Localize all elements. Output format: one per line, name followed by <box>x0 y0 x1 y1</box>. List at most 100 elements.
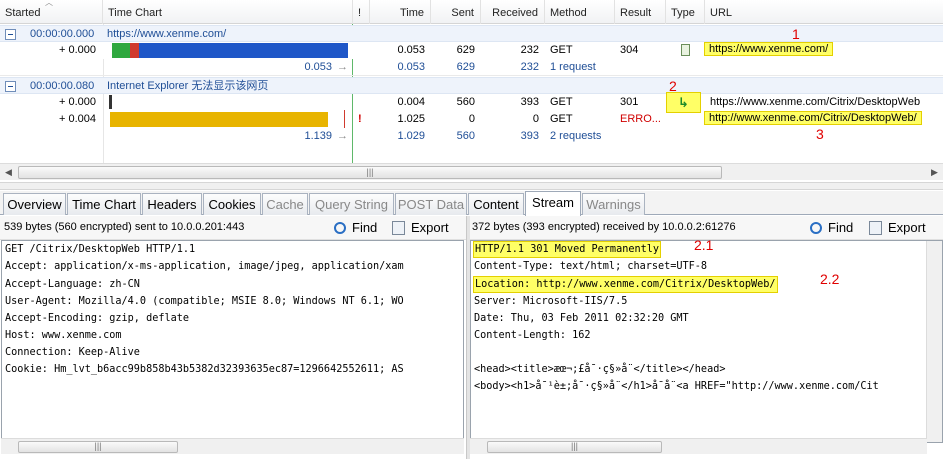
status-line-highlight: HTTP/1.1 301 Moved Permanently <box>472 241 662 258</box>
export-button[interactable]: Export <box>392 219 449 237</box>
timing-bar <box>110 112 328 127</box>
collapse-icon[interactable] <box>5 81 16 92</box>
magnifier-icon <box>334 222 346 234</box>
col-sent[interactable]: Sent <box>431 0 481 24</box>
redirect-icon: ↳ <box>666 92 701 113</box>
row-method: GET <box>550 113 573 125</box>
arrow-right-icon: → <box>337 61 348 73</box>
col-time[interactable]: Time <box>370 0 431 24</box>
group-summary: 1.139 → 1.029 560 393 2 requests <box>0 128 943 145</box>
summary-sent: 560 <box>456 130 475 142</box>
col-time-chart[interactable]: Time Chart <box>103 0 353 24</box>
stream-line: Host: www.xenme.com <box>5 330 122 341</box>
stream-line: User-Agent: Mozilla/4.0 (compatible; MSI… <box>5 296 404 307</box>
row-sent: 0 <box>468 113 475 125</box>
tab-time-chart[interactable]: Time Chart <box>67 193 141 215</box>
scroll-left-icon[interactable]: ◀ <box>0 164 17 181</box>
group-title: https://www.xenme.com/ <box>107 28 227 40</box>
col-type[interactable]: Type <box>666 0 705 24</box>
row-url: https://www.xenme.com/ <box>704 41 834 60</box>
table-row[interactable]: + 0.000 0.053 629 232 GET 304 https://ww… <box>0 42 943 59</box>
stream-line: <body><h1>å¯¹è±;å¯·ç§»å¨</h1>å¯å¨<a HREF… <box>474 381 879 392</box>
group-header[interactable]: 00:00:00.080 Internet Explorer 无法显示该网页 <box>0 77 943 94</box>
annotation-2: 2 <box>669 78 677 94</box>
stream-line: Date: Thu, 03 Feb 2011 02:32:20 GMT <box>474 313 689 324</box>
request-hscrollbar[interactable]: ||| <box>1 438 464 454</box>
response-text-area[interactable]: HTTP/1.1 301 Moved Permanently Content-T… <box>470 240 943 443</box>
row-result: 304 <box>620 44 639 56</box>
row-method: GET <box>550 96 573 108</box>
tab-query-string[interactable]: Query String <box>309 193 394 215</box>
summary-received: 393 <box>520 130 539 142</box>
col-result[interactable]: Result <box>615 0 666 24</box>
response-stream-pane: 372 bytes (393 encrypted) received by 10… <box>470 216 943 459</box>
timing-bar <box>109 95 112 109</box>
sort-up-icon: ︿ <box>45 0 53 7</box>
summary-duration: 0.053 <box>304 61 332 73</box>
tab-stream[interactable]: Stream <box>525 191 581 216</box>
scroll-right-icon[interactable]: ▶ <box>926 164 943 181</box>
request-text-area[interactable]: GET /Citrix/DesktopWeb HTTP/1.1 Accept: … <box>1 240 464 443</box>
response-hscrollbar[interactable]: ||| <box>470 438 927 454</box>
grid-hscrollbar[interactable]: ◀ ||| ▶ <box>0 163 943 180</box>
row-received: 393 <box>520 96 539 108</box>
grid-header: Started ︿ Time Chart ! Time Sent Received… <box>0 0 943 24</box>
summary-sent: 629 <box>456 61 475 73</box>
col-received[interactable]: Received <box>481 0 545 24</box>
tab-overview[interactable]: Overview <box>3 193 66 215</box>
summary-time: 0.053 <box>397 61 425 73</box>
stream-line: Server: Microsoft-IIS/7.5 <box>474 296 628 307</box>
response-bytes-info: 372 bytes (393 encrypted) received by 10… <box>472 221 736 233</box>
find-button[interactable]: Find <box>334 219 377 237</box>
row-received: 232 <box>520 44 539 56</box>
summary-received: 232 <box>520 61 539 73</box>
bar-wait <box>139 43 348 58</box>
tab-content[interactable]: Content <box>468 193 524 215</box>
tab-headers[interactable]: Headers <box>142 193 202 215</box>
find-button[interactable]: Find <box>810 219 853 237</box>
table-row[interactable]: + 0.004 ! 1.025 0 0 GET ERRO... http://w… <box>0 110 943 129</box>
row-result: ERRO... <box>620 113 661 125</box>
row-offset: + 0.004 <box>58 113 96 125</box>
tab-cache[interactable]: Cache <box>262 193 308 215</box>
row-offset: + 0.000 <box>58 44 96 56</box>
document-icon <box>681 44 690 56</box>
group-header[interactable]: 00:00:00.000 https://www.xenme.com/ <box>0 25 943 42</box>
scroll-thumb[interactable]: ||| <box>487 441 662 453</box>
row-time: 1.025 <box>397 113 425 125</box>
group-start-time: 00:00:00.080 <box>30 80 95 92</box>
annotation-2-2: 2.2 <box>820 271 840 287</box>
error-flag-icon: ! <box>358 113 362 125</box>
annotation-2-1: 2.1 <box>694 237 714 253</box>
row-url: http://www.xenme.com/Citrix/DesktopWeb/ <box>704 110 922 129</box>
arrow-right-icon: → <box>337 130 348 142</box>
url-highlight: https://www.xenme.com/ <box>704 42 834 56</box>
export-button[interactable]: Export <box>869 219 926 237</box>
request-bytes-info: 539 bytes (560 encrypted) sent to 10.0.0… <box>4 221 245 233</box>
magnifier-icon <box>810 222 822 234</box>
summary-time: 1.029 <box>397 130 425 142</box>
export-icon <box>869 221 882 235</box>
scroll-thumb[interactable]: ||| <box>18 166 722 179</box>
row-time: 0.053 <box>397 44 425 56</box>
col-started[interactable]: Started ︿ <box>0 0 103 24</box>
stream-line: Connection: Keep-Alive <box>5 347 140 358</box>
table-row[interactable]: + 0.000 0.004 560 393 GET 301 ↳ https://… <box>0 92 943 113</box>
scroll-thumb[interactable]: ||| <box>18 441 178 453</box>
group-summary: 0.053 → 0.053 629 232 1 request <box>0 59 943 76</box>
col-url[interactable]: URL <box>705 0 943 24</box>
row-received: 0 <box>532 113 539 125</box>
group-title: Internet Explorer 无法显示该网页 <box>107 80 269 92</box>
response-vscrollbar[interactable] <box>926 241 942 442</box>
export-icon <box>392 221 405 235</box>
stream-line: GET /Citrix/DesktopWeb HTTP/1.1 <box>5 244 196 255</box>
detail-tabs: Overview Time Chart Headers Cookies Cach… <box>0 191 943 216</box>
col-method[interactable]: Method <box>545 0 615 24</box>
tab-post-data[interactable]: POST Data <box>395 193 467 215</box>
bar-connect <box>130 43 139 58</box>
tab-warnings[interactable]: Warnings <box>582 193 645 215</box>
col-flag[interactable]: ! <box>353 0 370 24</box>
tab-cookies[interactable]: Cookies <box>203 193 261 215</box>
collapse-icon[interactable] <box>5 29 16 40</box>
pane-splitter[interactable] <box>0 182 943 190</box>
